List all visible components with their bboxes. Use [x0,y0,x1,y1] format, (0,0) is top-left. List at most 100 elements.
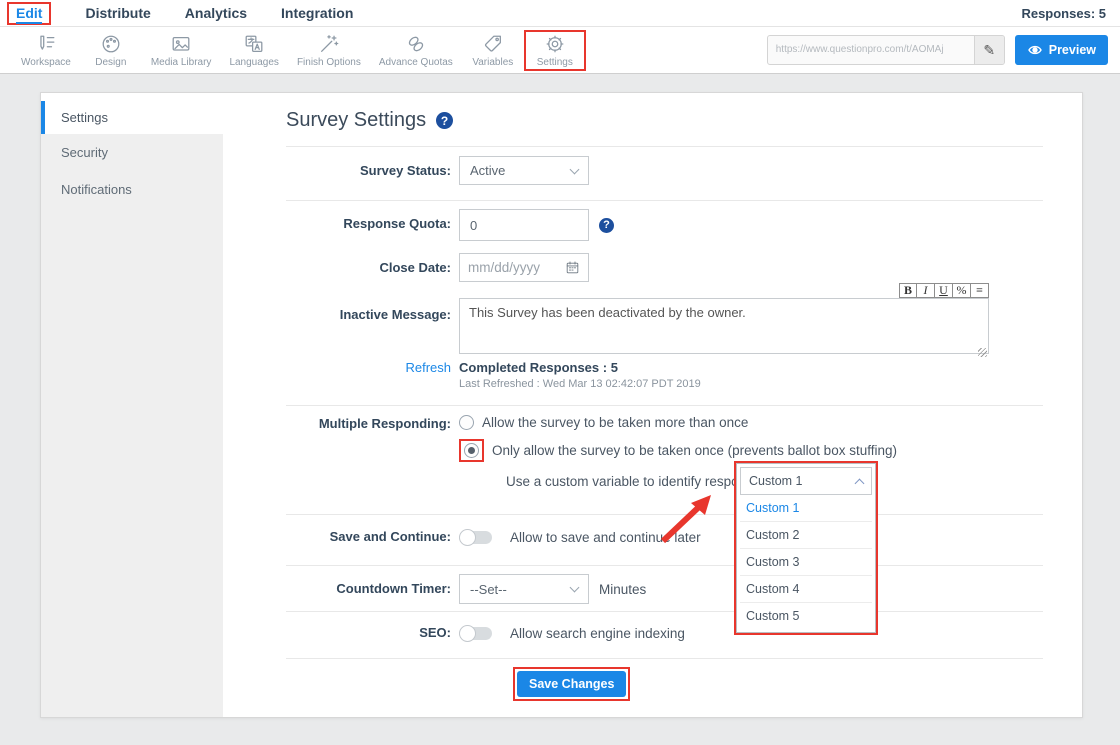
divider [286,405,1043,406]
chevron-up-icon [855,478,865,488]
responses-count: Responses: 5 [1021,6,1106,21]
sidebar-item-settings[interactable]: Settings [41,101,223,134]
custom-variable-select[interactable]: Custom 1 [740,467,872,495]
tab-distribute[interactable]: Distribute [85,5,150,21]
refresh-row: Refresh Completed Responses : 5 Last Ref… [286,358,1039,390]
nav-tabs: Edit Distribute Analytics Integration [14,2,353,25]
countdown-select[interactable]: --Set-- [459,574,589,604]
toolbar-item-design[interactable]: Design [80,30,142,71]
toolbar-item-label: Settings [537,57,573,68]
survey-status-label: Survey Status: [286,156,451,178]
align-icon[interactable]: ≡ [971,283,989,298]
annotation-box-dropdown: Custom 1 Custom 1 Custom 2 Custom 3 Cust… [734,461,878,635]
dropdown-option[interactable]: Custom 2 [740,522,872,549]
dropdown-option[interactable]: Custom 3 [740,549,872,576]
radio-multiple-allowed-label: Allow the survey to be taken more than o… [482,415,748,430]
inactive-message-textarea[interactable]: This Survey has been deactivated by the … [459,298,989,354]
toolbar-item-label: Media Library [151,57,212,68]
save-changes-row: Save Changes [286,667,1039,701]
survey-status-value: Active [470,163,505,178]
custom-variable-dropdown: Custom 1 Custom 1 Custom 2 Custom 3 Cust… [736,463,876,633]
multiple-responding-label: Multiple Responding: [286,415,451,431]
toolbar-item-label: Finish Options [297,57,361,68]
close-date-row: Close Date: mm/dd/yyyy [286,253,1039,282]
seo-description: Allow search engine indexing [510,626,685,641]
underline-button[interactable]: U [935,283,953,298]
radio-once-only[interactable] [464,443,479,458]
pencil-list-icon [35,33,57,55]
annotation-box-radio [459,439,484,462]
link-icon[interactable]: % [953,283,971,298]
custom-variable-options: Custom 1 Custom 2 Custom 3 Custom 4 Cust… [740,495,872,629]
preview-button[interactable]: Preview [1015,35,1108,65]
divider [286,658,1043,659]
bold-button[interactable]: B [899,283,917,298]
italic-button[interactable]: I [917,283,935,298]
toggle-knob [459,625,476,642]
countdown-value: --Set-- [470,582,507,597]
sidebar-item-notifications[interactable]: Notifications [41,171,223,208]
survey-url-group: https://www.questionpro.com/t/AOMAj ✎ [767,35,1005,65]
page-title: Survey Settings [286,109,426,132]
tab-edit[interactable]: Edit [16,5,42,24]
toolbar-item-label: Languages [229,57,279,68]
divider [286,565,1043,566]
chain-links-icon [405,33,427,55]
toolbar-item-advance-quotas[interactable]: Advance Quotas [370,30,462,71]
toolbar-item-workspace[interactable]: Workspace [12,30,80,71]
save-continue-description: Allow to save and continue later [510,530,701,545]
toolbar-item-settings[interactable]: Settings [524,30,586,71]
divider [286,611,1043,612]
survey-url-text: https://www.questionpro.com/t/AOMAj [768,36,974,64]
toolbar-item-languages[interactable]: Languages [220,30,288,71]
toolbar-item-label: Advance Quotas [379,57,453,68]
save-continue-label: Save and Continue: [286,527,451,544]
response-quota-row: Response Quota: ? [286,209,1039,241]
divider [286,146,1043,147]
survey-status-row: Survey Status: Active [286,156,1039,185]
refresh-link[interactable]: Refresh [405,360,451,375]
custom-variable-selected-value: Custom 1 [749,474,803,488]
inactive-message-row: Inactive Message: B I U % ≡ This Survey … [286,283,1039,359]
toolbar-item-label: Workspace [21,57,71,68]
countdown-row: Countdown Timer: --Set-- Minutes [286,574,1039,604]
toolbar-item-variables[interactable]: Variables [462,30,524,71]
save-continue-toggle[interactable] [459,531,492,544]
tab-integration[interactable]: Integration [281,5,353,21]
inactive-message-label: Inactive Message: [286,283,451,322]
toolbar-item-finish-options[interactable]: Finish Options [288,30,370,71]
pencil-icon: ✎ [983,42,995,59]
help-icon[interactable]: ? [436,112,453,129]
annotation-box-save: Save Changes [513,667,630,701]
custom-variable-label: Use a custom variable to identify respon… [506,474,767,489]
palette-icon [100,33,122,55]
close-date-input[interactable]: mm/dd/yyyy [459,253,589,282]
toolbar-item-media-library[interactable]: Media Library [142,30,221,71]
edit-url-button[interactable]: ✎ [974,36,1004,64]
resize-grip-icon[interactable] [978,348,987,357]
chevron-down-icon [570,164,580,174]
dropdown-option[interactable]: Custom 5 [740,603,872,629]
response-quota-input[interactable] [459,209,589,241]
seo-label: SEO: [286,623,451,640]
sidebar-item-security[interactable]: Security [41,134,223,171]
help-icon[interactable]: ? [599,218,614,233]
last-refreshed-text: Last Refreshed : Wed Mar 13 02:42:07 PDT… [459,378,701,390]
seo-toggle[interactable] [459,627,492,640]
image-icon [170,33,192,55]
format-toolbar: B I U % ≡ [459,283,989,298]
close-date-label: Close Date: [286,253,451,275]
toolbar-item-label: Variables [472,57,513,68]
completed-responses-text: Completed Responses : 5 [459,360,701,375]
toolbar-item-label: Design [95,57,126,68]
tab-analytics[interactable]: Analytics [185,5,247,21]
dropdown-option[interactable]: Custom 4 [740,576,872,603]
save-changes-button[interactable]: Save Changes [517,671,626,697]
page-title-row: Survey Settings ? [286,109,453,132]
settings-main: Survey Settings ? Survey Status: Active … [223,93,1082,717]
toolbar-right: https://www.questionpro.com/t/AOMAj ✎ Pr… [767,35,1108,65]
radio-multiple-allowed[interactable] [459,415,474,430]
survey-status-select[interactable]: Active [459,156,589,185]
response-quota-label: Response Quota: [286,209,451,231]
dropdown-option[interactable]: Custom 1 [740,495,872,522]
